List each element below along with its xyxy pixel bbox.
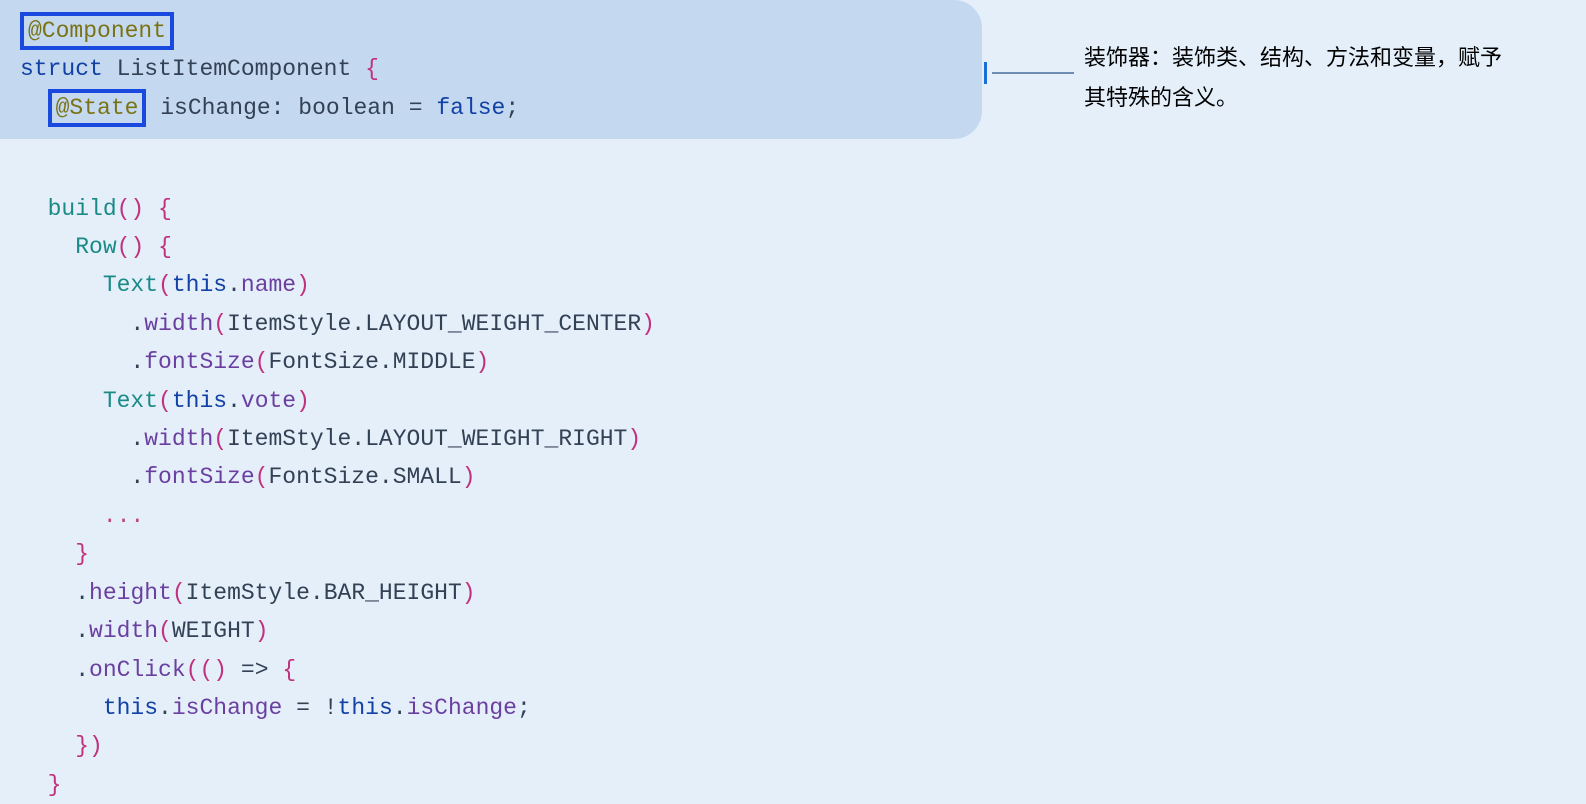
code-line-assign: this.isChange = !this.isChange; [20,689,982,727]
code-body: build() { Row() { Text(this.name) .width… [0,139,982,804]
highlighted-code-region: @Component struct ListItemComponent { @S… [0,0,982,139]
code-line-build: build() { [20,190,982,228]
annotation-line-2: 其特殊的含义。 [1084,78,1554,118]
decorator-component: @Component [28,18,166,44]
code-line-1: @Component [20,12,982,50]
code-line-width1: .width(ItemStyle.LAYOUT_WEIGHT_CENTER) [20,305,982,343]
code-line-text1: Text(this.name) [20,266,982,304]
code-line-row: Row() { [20,228,982,266]
code-line-font1: .fontSize(FontSize.MIDDLE) [20,343,982,381]
code-line-onclick: .onClick(() => { [20,651,982,689]
code-line-width2: .width(ItemStyle.LAYOUT_WEIGHT_RIGHT) [20,420,982,458]
code-line-width3: .width(WEIGHT) [20,612,982,650]
code-line-buildclose: } [20,766,982,804]
annotation-connector [984,60,1074,86]
code-line-onclickclose: }) [20,727,982,765]
code-snippet: @Component struct ListItemComponent { @S… [0,0,982,804]
code-line-font2: .fontSize(FontSize.SMALL) [20,458,982,496]
decorator-state: @State [56,95,139,121]
annotation-text: 装饰器：装饰类、结构、方法和变量，赋予 其特殊的含义。 [1084,38,1554,118]
code-line-text2: Text(this.vote) [20,382,982,420]
annotation-line-1: 装饰器：装饰类、结构、方法和变量，赋予 [1084,38,1554,78]
code-line-blank [20,151,982,189]
code-line-rowclose: } [20,535,982,573]
code-line-3: @State isChange: boolean = false; [20,89,982,127]
code-line-height: .height(ItemStyle.BAR_HEIGHT) [20,574,982,612]
code-line-2: struct ListItemComponent { [20,50,982,88]
code-line-ellipsis: ... [20,497,982,535]
